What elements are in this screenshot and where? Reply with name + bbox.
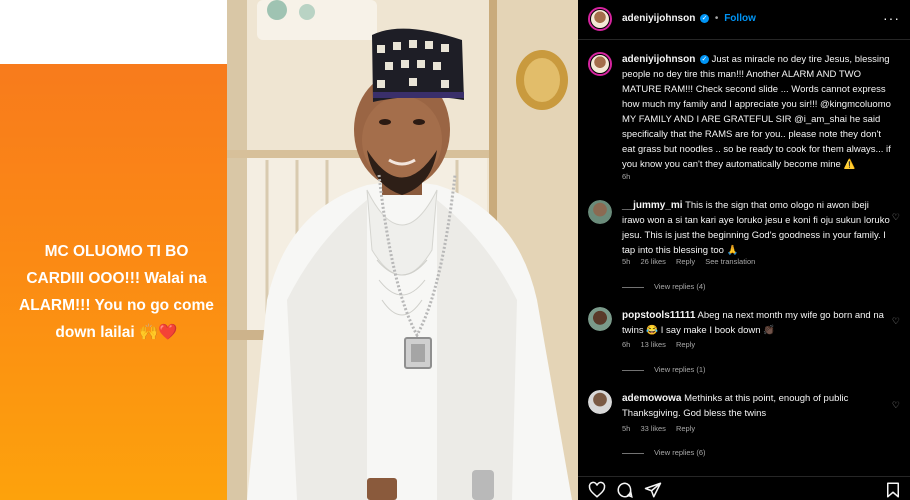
story-emojis: 🙌❤️: [138, 324, 178, 341]
view-replies-button[interactable]: View replies (4): [622, 282, 706, 291]
post-action-bar: [578, 476, 910, 500]
author-avatar[interactable]: [588, 7, 612, 31]
commenter-avatar[interactable]: [588, 200, 612, 224]
post-header: adeniyijohnson ✓ • Follow ···: [578, 0, 910, 40]
like-comment-icon[interactable]: ♡: [892, 212, 900, 223]
caption-meta: 6h: [622, 172, 638, 181]
commenter-avatar[interactable]: [588, 390, 612, 414]
caption-avatar[interactable]: [588, 52, 612, 76]
comment: __jummy_mi This is the sign that omo olo…: [622, 198, 892, 258]
comment-likes[interactable]: 33 likes: [640, 424, 665, 433]
comment-meta: 6h 13 likes Reply: [622, 340, 703, 349]
comment-meta: 5h 26 likes Reply See translation: [622, 257, 763, 266]
comment-bubble-icon[interactable]: [616, 481, 634, 499]
commenter-avatar[interactable]: [588, 307, 612, 331]
caption-username[interactable]: adeniyijohnson: [622, 54, 695, 65]
caption-text: Just as miracle no dey tire Jesus, bless…: [622, 54, 891, 170]
author-username[interactable]: adeniyijohnson: [622, 13, 695, 24]
divider-line: [622, 286, 644, 288]
comment-likes[interactable]: 13 likes: [640, 340, 665, 349]
verified-icon: ✓: [700, 13, 710, 23]
comment-meta: 5h 33 likes Reply: [622, 424, 703, 433]
more-options-icon[interactable]: ···: [883, 10, 900, 26]
comment: ademowowa Methinks at this point, enough…: [622, 391, 892, 421]
like-comment-icon[interactable]: ♡: [892, 316, 900, 327]
post-photo[interactable]: ›: [227, 0, 578, 500]
share-send-icon[interactable]: [644, 481, 662, 499]
divider-line: [622, 452, 644, 454]
comment-time: 5h: [622, 424, 631, 433]
see-translation-button[interactable]: See translation: [705, 257, 755, 266]
reply-button[interactable]: Reply: [676, 257, 695, 266]
view-replies-label: View replies (6): [654, 448, 706, 457]
like-comment-icon[interactable]: ♡: [892, 400, 900, 411]
comment-time: 5h: [622, 257, 631, 266]
photo-illustration: [227, 0, 578, 500]
comment-username[interactable]: __jummy_mi: [622, 200, 683, 211]
post-details-panel: adeniyijohnson ✓ • Follow ··· adeniyijoh…: [578, 0, 910, 500]
story-text-block: MC OLUOMO TI BO CARDIII OOO!!! Walai na …: [14, 238, 219, 346]
verified-icon: ✓: [699, 54, 709, 64]
comment: popstools11111 Abeg na next month my wif…: [622, 308, 892, 338]
caption-time: 6h: [622, 172, 631, 181]
view-replies-label: View replies (4): [654, 282, 706, 291]
story-panel: MC OLUOMO TI BO CARDIII OOO!!! Walai na …: [0, 0, 227, 500]
like-heart-icon[interactable]: [588, 481, 606, 499]
bookmark-icon[interactable]: [884, 481, 902, 499]
view-replies-button[interactable]: View replies (6): [622, 448, 706, 457]
reply-button[interactable]: Reply: [676, 340, 695, 349]
divider-line: [622, 369, 644, 371]
reply-button[interactable]: Reply: [676, 424, 695, 433]
follow-button[interactable]: Follow: [724, 13, 756, 24]
view-replies-label: View replies (1): [654, 365, 706, 374]
comment-time: 6h: [622, 340, 631, 349]
comment-username[interactable]: ademowowa: [622, 393, 681, 404]
story-white-band: [0, 0, 227, 64]
story-text: MC OLUOMO TI BO CARDIII OOO!!! Walai na …: [19, 243, 214, 341]
comment-likes[interactable]: 26 likes: [640, 257, 665, 266]
comment-username[interactable]: popstools11111: [622, 310, 695, 321]
view-replies-button[interactable]: View replies (1): [622, 365, 706, 374]
post-caption: adeniyijohnson ✓ Just as miracle no dey …: [622, 52, 894, 172]
